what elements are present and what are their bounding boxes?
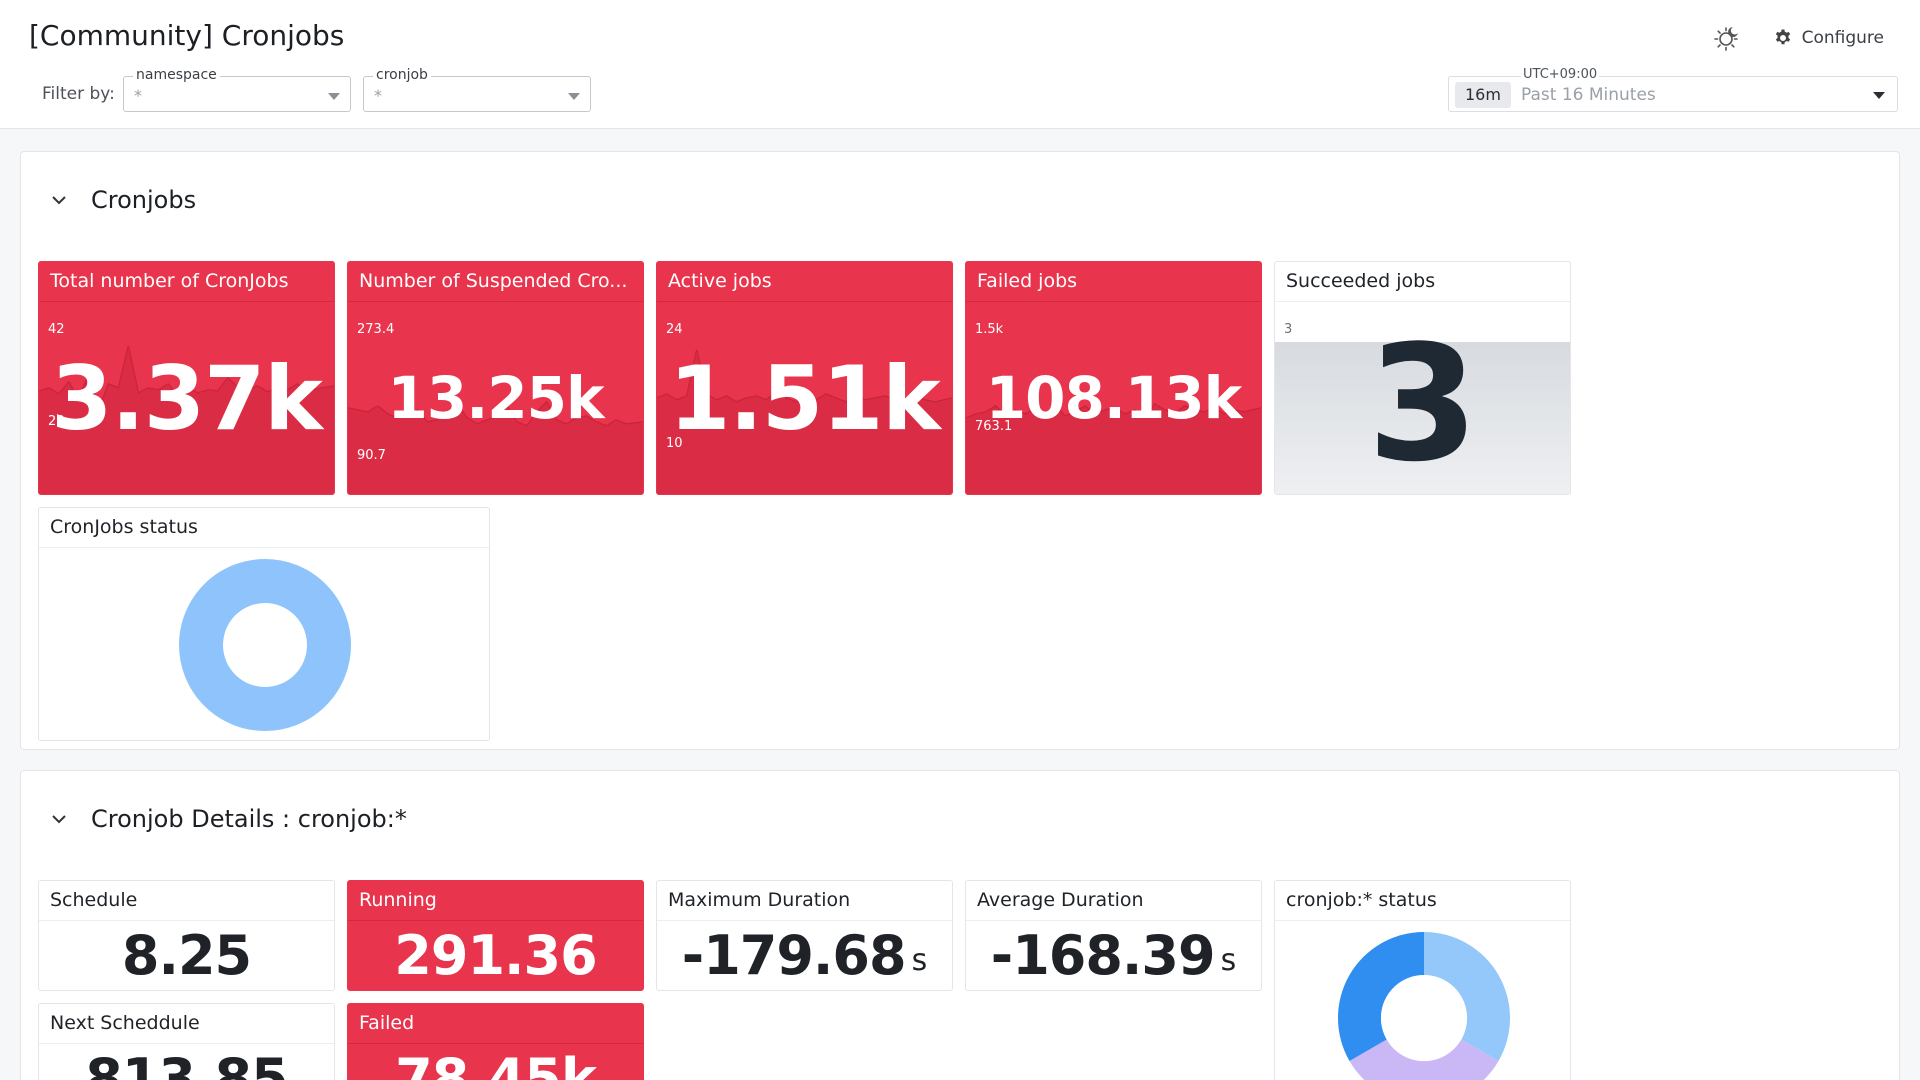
value-number: -179.68 <box>681 924 907 987</box>
widget-title: Schedule <box>39 881 334 921</box>
widget-next-schedule[interactable]: Next Scheddule 813.85 <box>38 1003 335 1080</box>
namespace-filter-label: namespace <box>133 66 220 84</box>
time-range-picker[interactable]: UTC+09:00 16m Past 16 Minutes <box>1448 68 1898 112</box>
widget-active-jobs[interactable]: Active jobs 24 10 1.51k <box>656 261 953 495</box>
widget-title: Number of Suspended Cro... <box>348 262 643 302</box>
widget-value: -179.68 s <box>657 921 952 990</box>
theme-toggle-icon[interactable] <box>1711 22 1743 54</box>
widget-title: Next Scheddule <box>39 1004 334 1044</box>
group-title: Cronjobs <box>91 186 197 214</box>
widget-value: 78.45k <box>395 1047 597 1080</box>
widget-title: Maximum Duration <box>657 881 952 921</box>
widget-failed[interactable]: Failed 78.45k <box>347 1003 644 1080</box>
widget-title: Total number of CronJobs <box>39 262 334 302</box>
widget-title: Average Duration <box>966 881 1261 921</box>
widget-value: 1.51k <box>669 346 941 450</box>
widget-failed-jobs[interactable]: Failed jobs 1.5k 763.1 108.13k <box>965 261 1262 495</box>
chevron-down-icon <box>1873 92 1885 99</box>
cronjob-filter-value: * <box>374 86 382 105</box>
configure-button[interactable]: Configure <box>1773 28 1884 48</box>
widget-suspended-cronjobs[interactable]: Number of Suspended Cro... 273.4 90.7 13… <box>347 261 644 495</box>
widget-total-cronjobs[interactable]: Total number of CronJobs 42 23 3.37k <box>38 261 335 495</box>
widget-title: Succeeded jobs <box>1275 262 1570 302</box>
cronjob-filter[interactable]: cronjob * <box>363 66 591 112</box>
header-actions: Configure <box>1711 22 1884 54</box>
widget-value: 8.25 <box>121 924 252 987</box>
status-donut <box>179 559 351 731</box>
chevron-down-icon <box>568 93 580 100</box>
time-range-chip: 16m <box>1455 82 1511 108</box>
widget-value: 3 <box>1367 309 1478 495</box>
group-header-cronjob-details[interactable]: Cronjob Details : cronjob:* <box>49 805 407 833</box>
widget-value: -168.39 s <box>966 921 1261 990</box>
widget-value: 108.13k <box>985 364 1242 432</box>
group-header-cronjobs[interactable]: Cronjobs <box>49 186 196 214</box>
widget-value: 291.36 <box>394 924 597 987</box>
dashboard-header: [Community] Cronjobs Configure Filter by… <box>0 0 1920 129</box>
widget-title: CronJobs status <box>39 508 489 548</box>
widget-title: Failed jobs <box>966 262 1261 302</box>
namespace-filter-value: * <box>134 86 142 105</box>
widget-value: 813.85 <box>85 1047 288 1080</box>
value-number: -168.39 <box>990 924 1216 987</box>
widget-succeeded-jobs[interactable]: Succeeded jobs 3 3 <box>1274 261 1571 495</box>
gear-icon <box>1775 29 1790 45</box>
configure-label: Configure <box>1801 28 1884 48</box>
widget-cronjobs-status[interactable]: CronJobs status <box>38 507 490 741</box>
namespace-filter[interactable]: namespace * <box>123 66 351 112</box>
chevron-down-icon <box>52 196 66 205</box>
group-cronjob-details: Cronjob Details : cronjob:* Schedule 8.2… <box>20 770 1900 1080</box>
time-range-label: Past 16 Minutes <box>1521 85 1656 105</box>
chevron-down-icon <box>328 93 340 100</box>
group-title: Cronjob Details : cronjob:* <box>91 805 407 833</box>
widget-schedule[interactable]: Schedule 8.25 <box>38 880 335 991</box>
status-donut <box>1337 932 1511 1080</box>
chevron-down-icon <box>52 815 66 824</box>
widget-title: cronjob:* status <box>1275 881 1570 921</box>
timezone-label: UTC+09:00 <box>1521 67 1600 82</box>
widget-title: Active jobs <box>657 262 952 302</box>
widget-title: Running <box>348 881 643 921</box>
widget-cronjob-status[interactable]: cronjob:* status <box>1274 880 1571 1080</box>
value-unit: s <box>911 943 928 978</box>
widget-value: 3.37k <box>51 346 323 450</box>
widget-running[interactable]: Running 291.36 <box>347 880 644 991</box>
group-cronjobs: Cronjobs Total number of CronJobs 42 23 … <box>20 151 1900 750</box>
widget-value: 13.25k <box>387 364 604 432</box>
widget-title: Failed <box>348 1004 643 1044</box>
cronjob-filter-label: cronjob <box>373 66 431 84</box>
widget-average-duration[interactable]: Average Duration -168.39 s <box>965 880 1262 991</box>
page-title: [Community] Cronjobs <box>29 19 345 52</box>
widget-maximum-duration[interactable]: Maximum Duration -179.68 s <box>656 880 953 991</box>
value-unit: s <box>1220 943 1237 978</box>
donut-slice <box>179 559 351 731</box>
filter-label: Filter by: <box>42 84 115 104</box>
